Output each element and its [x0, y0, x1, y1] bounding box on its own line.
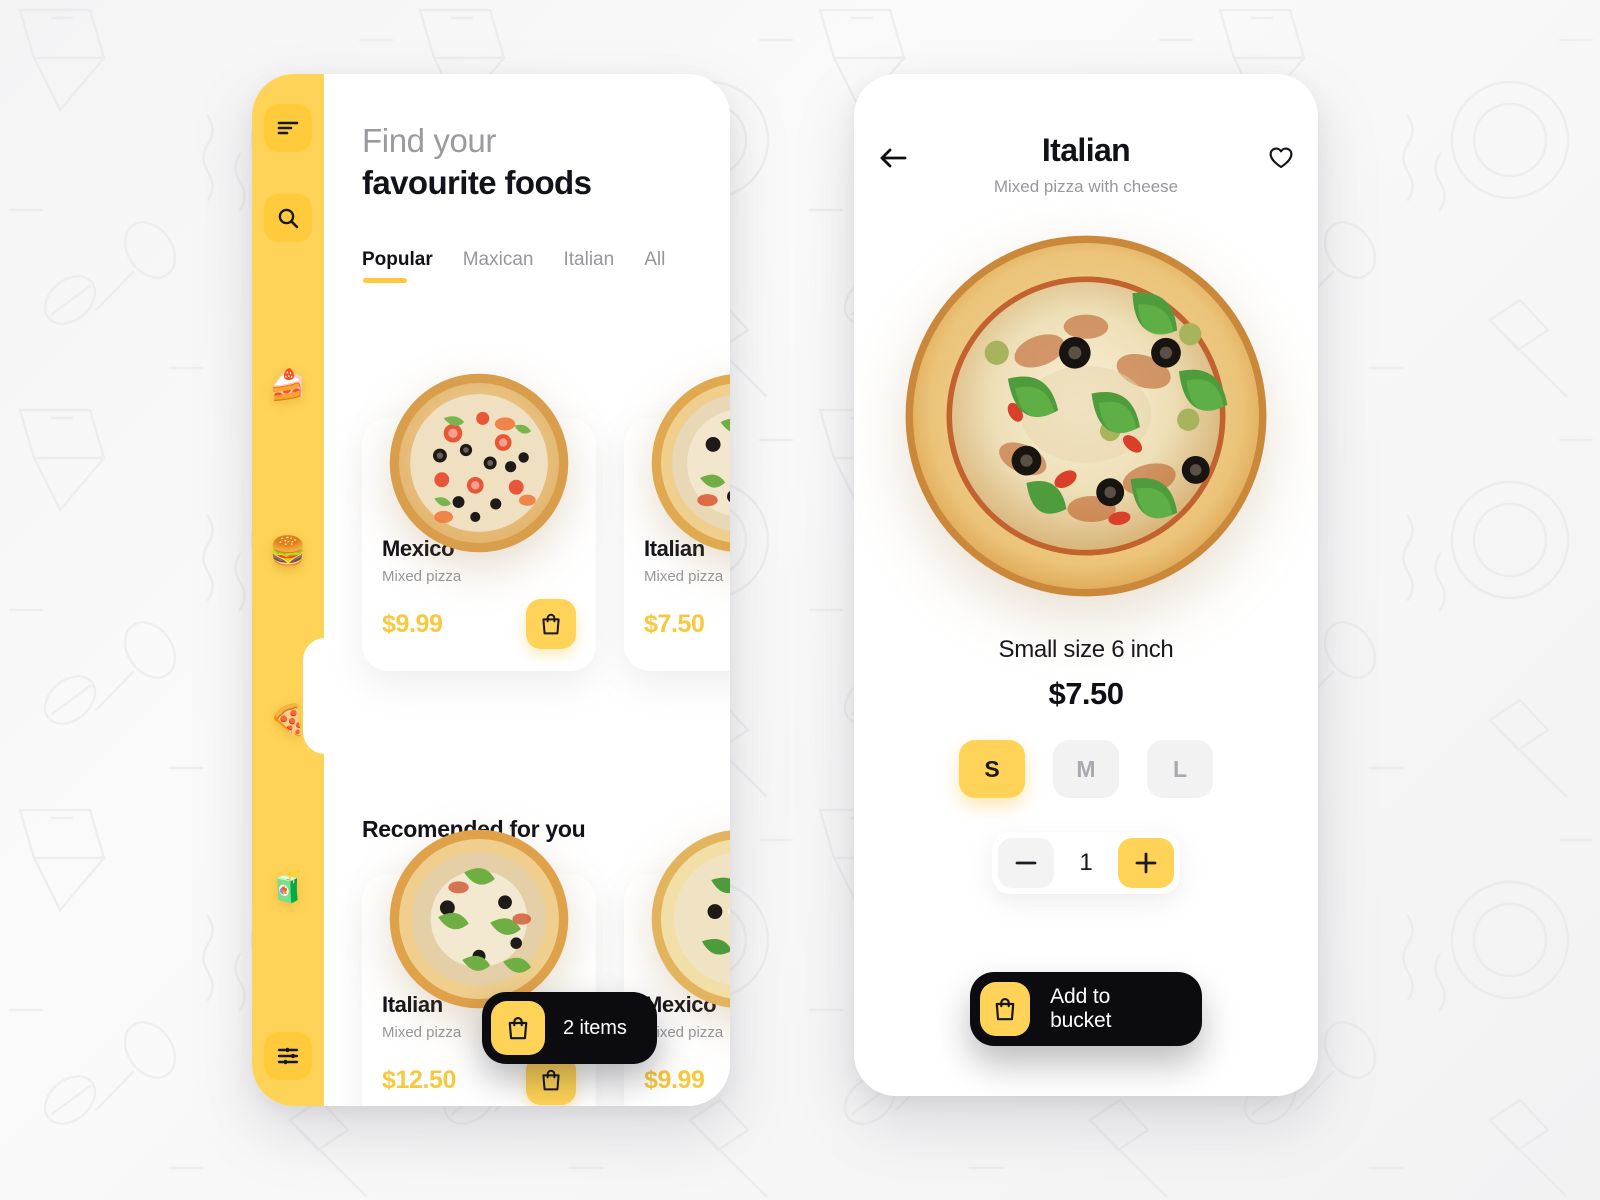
category-tabs: Popular Maxican Italian All	[362, 249, 730, 284]
sliders-settings-icon	[277, 1047, 299, 1065]
detail-price: $7.50	[1048, 676, 1124, 711]
burger-icon: 🍔	[269, 536, 307, 570]
heart-outline-icon	[1269, 147, 1293, 169]
food-subtitle: Mixed pizza	[382, 568, 462, 585]
page-title: favourite foods	[362, 164, 592, 202]
heading-line-1: Find your	[362, 122, 496, 159]
tab-popular[interactable]: Popular	[362, 249, 433, 284]
increase-quantity-button[interactable]	[1117, 838, 1174, 888]
pizza-slice-icon: 🍕	[269, 703, 307, 737]
add-to-cart-button[interactable]	[526, 599, 576, 649]
home-screen-phone: 🍰 🍔 🍕 🧃 Find your favourite foods Popula…	[252, 74, 730, 1106]
size-description: Small size 6 inch	[998, 636, 1174, 663]
size-option-l[interactable]: L	[1147, 740, 1213, 798]
search-icon	[278, 208, 299, 229]
back-button[interactable]	[870, 138, 916, 178]
food-image	[386, 826, 572, 1012]
menu-button[interactable]	[264, 104, 312, 152]
detail-screen-phone: Italian Mixed pizza with cheese Small si…	[854, 74, 1318, 1096]
cart-pill-icon-box	[491, 1001, 545, 1055]
sidebar-nav: 🍰 🍔 🍕 🧃	[252, 74, 325, 1106]
shopping-bag-icon	[542, 613, 560, 635]
food-price: $9.99	[644, 1065, 705, 1094]
quantity-stepper: 1	[992, 832, 1180, 894]
food-image	[648, 826, 730, 1012]
tab-all[interactable]: All	[644, 249, 665, 283]
tab-maxican[interactable]: Maxican	[463, 249, 534, 283]
recommended-list: Italian Mixed pizza $12.50 Mexico Mixed …	[362, 829, 730, 1106]
shopping-bag-icon	[542, 1069, 560, 1091]
detail-title: Italian	[1041, 132, 1131, 168]
search-button[interactable]	[264, 194, 312, 242]
cart-status-pill[interactable]: 2 items	[482, 992, 657, 1064]
settings-button[interactable]	[264, 1031, 312, 1080]
food-subtitle: Mixed pizza	[644, 568, 724, 585]
food-card[interactable]: Mexico Mixed pizza $9.99	[624, 830, 730, 1106]
food-card[interactable]: Italian Mixed pizza $12.50	[362, 829, 596, 1106]
detail-subtitle: Mixed pizza with cheese	[993, 177, 1179, 196]
food-image	[386, 370, 572, 556]
shopping-bag-icon	[995, 997, 1015, 1021]
minus-icon	[1015, 861, 1037, 865]
tab-italian[interactable]: Italian	[563, 249, 614, 283]
decrease-quantity-button[interactable]	[998, 838, 1054, 888]
background-food-pattern	[0, 0, 1600, 1200]
size-option-m[interactable]: M	[1053, 740, 1119, 798]
juice-bottle-icon: 🧃	[269, 871, 307, 905]
hamburger-menu-icon	[277, 121, 299, 135]
shopping-bag-icon	[508, 1016, 528, 1040]
add-to-bucket-button[interactable]: Add to bucket	[970, 972, 1202, 1046]
cake-slice-icon: 🍰	[269, 368, 307, 402]
detail-header: Italian Mixed pizza with cheese	[854, 74, 1318, 204]
food-card[interactable]: Mexico Mixed pizza $9.99	[362, 373, 596, 671]
food-card[interactable]: Italian Mixed pizza $7.50	[624, 374, 730, 671]
food-image	[648, 370, 730, 556]
home-content: Find your favourite foods Popular Maxica…	[324, 74, 730, 1106]
detail-food-image	[900, 230, 1272, 602]
sidebar-item-dessert[interactable]: 🍰	[264, 362, 312, 410]
food-price: $12.50	[382, 1065, 457, 1094]
sidebar-item-burger[interactable]: 🍔	[264, 529, 312, 577]
arrow-left-icon	[880, 148, 907, 168]
favourite-button[interactable]	[1258, 138, 1304, 178]
quantity-value: 1	[1079, 849, 1093, 876]
add-to-bucket-label: Add to bucket	[1050, 985, 1112, 1032]
food-subtitle: Mixed pizza	[644, 1024, 724, 1041]
cart-item-count: 2 items	[563, 1016, 627, 1039]
plus-icon	[1135, 852, 1157, 874]
food-price: $9.99	[382, 609, 443, 638]
food-price: $7.50	[644, 609, 705, 638]
active-category-notch	[299, 610, 325, 782]
add-to-bucket-icon-box	[980, 982, 1031, 1036]
size-option-s[interactable]: S	[959, 740, 1025, 798]
sidebar-item-drinks[interactable]: 🧃	[264, 864, 312, 912]
popular-list: Mexico Mixed pizza $9.99 Italian Mixed p…	[362, 373, 730, 671]
size-selector: S M L	[854, 740, 1318, 798]
